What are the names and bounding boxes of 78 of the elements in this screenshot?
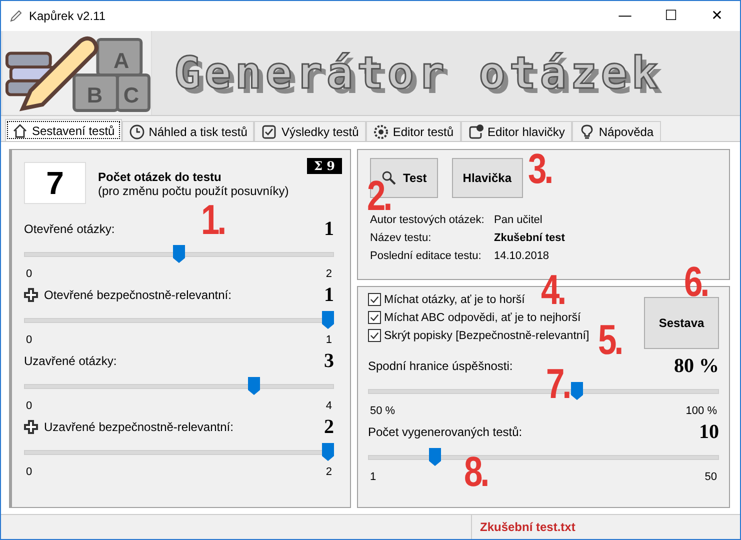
window-title: Kapůrek v2.11 bbox=[29, 9, 106, 23]
question-count: 7 bbox=[24, 162, 86, 204]
sum-label: Σ 9 bbox=[306, 158, 342, 174]
slider-thumb[interactable] bbox=[571, 382, 584, 400]
slider-max: 50 bbox=[704, 471, 717, 483]
slider-thumb[interactable] bbox=[248, 377, 260, 395]
checkbox-label: Míchat ABC odpovědi, ať je to nejhorší bbox=[384, 312, 581, 324]
gear-icon bbox=[372, 124, 389, 140]
count-hint: (pro změnu počtu použít posuvníky) bbox=[98, 184, 289, 198]
slider-label: Spodní hranice úspěšnosti: bbox=[368, 359, 514, 373]
pencil-icon bbox=[9, 9, 23, 23]
slider-value: 1 bbox=[324, 218, 334, 240]
step-number: 8. bbox=[464, 455, 488, 489]
slider-min: 1 bbox=[370, 471, 376, 483]
step-number: 7. bbox=[546, 367, 570, 401]
checkbox[interactable] bbox=[368, 329, 381, 342]
slider-value: 80 % bbox=[674, 354, 719, 378]
slider-max: 2 bbox=[326, 466, 332, 478]
slider-min: 0 bbox=[26, 400, 32, 412]
slider-thumb[interactable] bbox=[173, 245, 185, 263]
slider-min: 0 bbox=[26, 268, 32, 280]
slider-min: 0 bbox=[26, 334, 32, 346]
tab[interactable]: Výsledky testů bbox=[254, 121, 366, 141]
slider-label: Uzavřené otázky: bbox=[24, 354, 118, 368]
slider-max: 4 bbox=[326, 400, 332, 412]
slider-label: Otevřené otázky: bbox=[24, 222, 116, 236]
step-number: 5. bbox=[598, 323, 622, 357]
slider-max: 2 bbox=[326, 268, 332, 280]
info-label: Název testu: bbox=[370, 232, 432, 244]
slider-thumb[interactable] bbox=[322, 443, 334, 461]
action-button[interactable]: Hlavička bbox=[452, 158, 522, 198]
tab[interactable]: Sestavení testů bbox=[5, 119, 122, 141]
slider-value: 3 bbox=[324, 350, 334, 372]
step-number: 3. bbox=[528, 152, 552, 186]
checkmark-icon bbox=[261, 124, 278, 140]
slider-label: Uzavřené bezpečnostně-relevantní: bbox=[44, 420, 234, 434]
logo-drawing: A B C bbox=[3, 31, 151, 115]
slider-label: Otevřené bezpečnostně-relevantní: bbox=[44, 288, 232, 302]
tab[interactable]: Editor testů bbox=[366, 121, 461, 141]
info-value: Zkušební test bbox=[494, 232, 566, 244]
info-value: Pan učitel bbox=[494, 214, 544, 226]
count-title: Počet otázek do testu bbox=[98, 170, 222, 184]
checkbox-label: Skrýt popisky [Bezpečnostně-relevantní] bbox=[384, 330, 590, 342]
slider[interactable] bbox=[24, 443, 334, 461]
info-label: Poslední editace testu: bbox=[370, 250, 482, 262]
plus-icon bbox=[24, 288, 38, 302]
slider-min: 0 bbox=[26, 466, 32, 478]
slider[interactable] bbox=[24, 377, 334, 395]
checkbox[interactable] bbox=[368, 293, 381, 306]
checkbox-label: Míchat otázky, ať je to horší bbox=[384, 294, 525, 306]
step-number: 1. bbox=[201, 203, 224, 237]
tab[interactable]: Editor hlavičky bbox=[460, 121, 572, 141]
sestava-button[interactable]: Sestava bbox=[644, 297, 719, 349]
slider-max: 100 % bbox=[686, 405, 717, 417]
slider-label: Počet vygenerovaných testů: bbox=[368, 425, 524, 439]
info-value: 14.10.2018 bbox=[494, 250, 550, 262]
slider-thumb[interactable] bbox=[429, 448, 442, 466]
slider-value: 10 bbox=[699, 420, 719, 444]
slider-min: 50 % bbox=[370, 405, 396, 417]
lightbulb-icon bbox=[578, 124, 595, 140]
info-label: Autor testových otázek: bbox=[370, 214, 486, 226]
slider[interactable] bbox=[24, 245, 334, 263]
step-number: 4. bbox=[541, 273, 564, 307]
slider-value: 2 bbox=[324, 416, 334, 438]
checkbox[interactable] bbox=[368, 311, 381, 324]
status-file: Zkušební test.txt bbox=[480, 520, 576, 534]
plus-icon bbox=[24, 420, 38, 434]
tab[interactable]: Nápověda bbox=[572, 121, 661, 141]
slider[interactable] bbox=[24, 311, 334, 329]
banner-title: Generátor otázek bbox=[174, 48, 662, 98]
slider-value: 1 bbox=[324, 284, 334, 306]
home-icon bbox=[12, 122, 28, 138]
step-number: 6. bbox=[684, 265, 708, 299]
slider-thumb[interactable] bbox=[322, 311, 334, 329]
slider-max: 1 bbox=[326, 334, 332, 346]
tab[interactable]: Náhled a tisk testů bbox=[122, 121, 254, 141]
clock-icon bbox=[128, 124, 145, 140]
notification-icon bbox=[468, 124, 484, 140]
